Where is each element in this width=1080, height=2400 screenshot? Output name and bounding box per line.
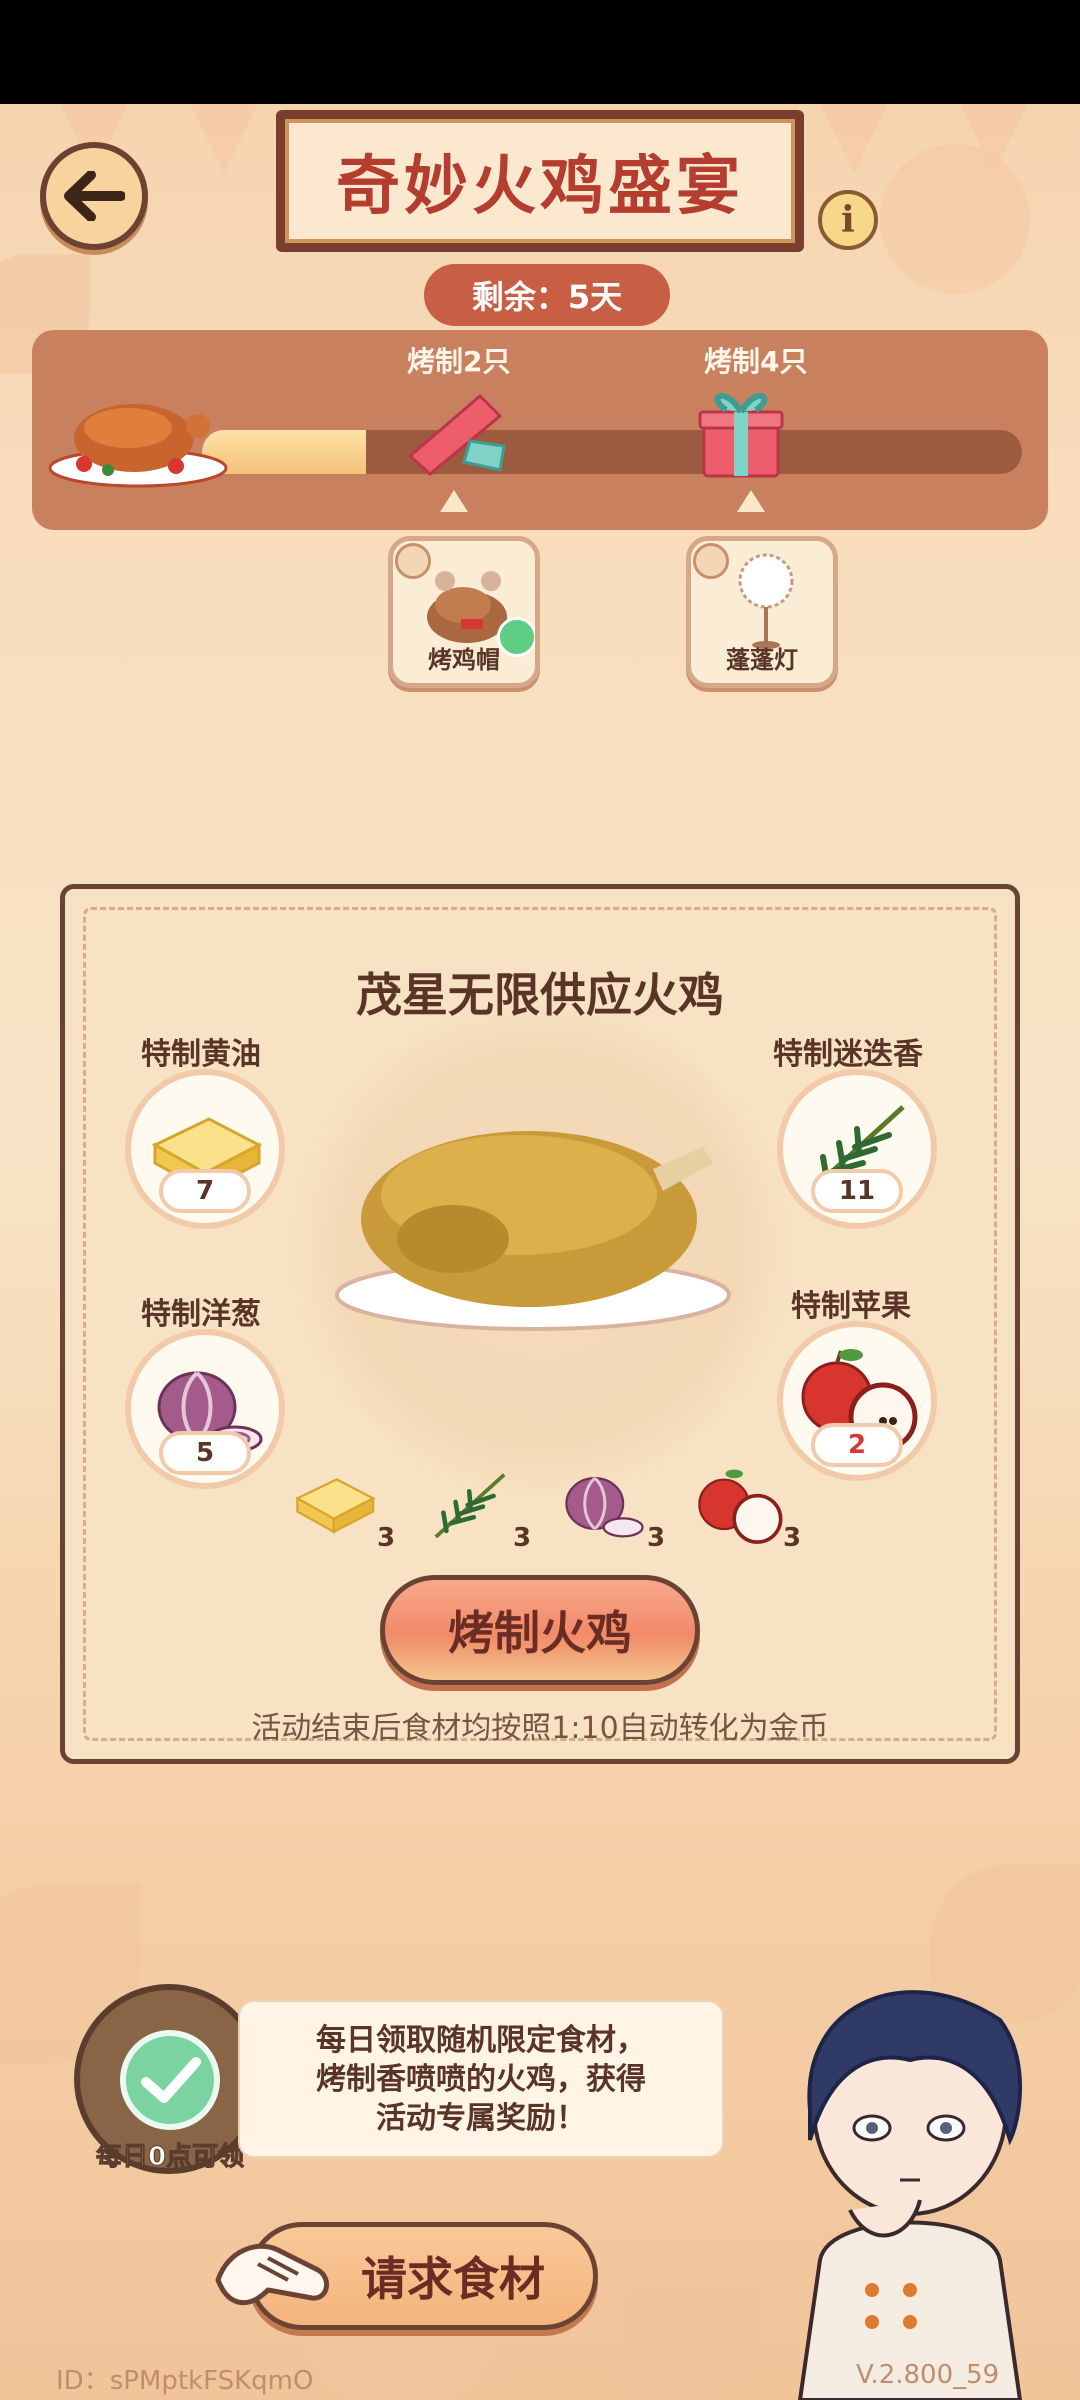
milestone-label: 烤制2只: [407, 345, 511, 378]
ingredient-name: 特制黄油: [141, 1037, 261, 1072]
request-button-label: 请求食材: [361, 2252, 545, 2306]
roast-panel: 茂星无限供应火鸡 特制黄油 7 特制迷迭香 11 特制洋葱 5 特制苹果 2 3…: [60, 884, 1020, 1764]
milestone-label: 烤制4只: [704, 345, 808, 378]
character-avatar: [797, 1990, 1023, 2400]
cost-amount: 3: [377, 1523, 396, 1553]
ribbon-gift-icon: [407, 393, 506, 476]
ingredient-name: 特制迷迭香: [773, 1037, 923, 1072]
ingredient-count: 7: [159, 1169, 251, 1213]
arrow-left-icon: [64, 171, 125, 221]
ingredient-name: 特制洋葱: [141, 1297, 261, 1332]
milestone-marker: [440, 490, 468, 512]
reward-name: 烤鸡帽: [428, 646, 500, 674]
reward-card-lamp[interactable]: 蓬蓬灯: [686, 536, 838, 688]
milestone-marker: [737, 490, 765, 512]
check-icon: [120, 2030, 220, 2130]
turkey-icon: [335, 1131, 731, 1331]
pennant-decoration: [190, 104, 258, 174]
title-plaque: 奇妙火鸡盛宴: [276, 110, 804, 252]
pompom-lamp-icon: [738, 553, 794, 649]
ingredient-count: 11: [811, 1169, 903, 1213]
roast-turkey-icon: [48, 404, 228, 488]
butter-icon: [295, 1478, 376, 1534]
gift-box-icon: [698, 392, 784, 478]
hint-line: 活动专属奖励！: [376, 2100, 586, 2136]
rosemary-icon: [434, 1473, 506, 1539]
progress-track: [202, 430, 1022, 474]
info-button[interactable]: i: [818, 190, 878, 250]
event-title: 奇妙火鸡盛宴: [285, 119, 795, 243]
cost-amount: 3: [783, 1523, 802, 1553]
apple-icon: [698, 1469, 783, 1544]
panel-title: 茂星无限供应火鸡: [356, 968, 724, 1022]
progress-panel: 烤制2只 烤制4只: [32, 330, 1048, 530]
info-icon: i: [841, 199, 855, 241]
leaf-decoration: [620, 2254, 760, 2394]
user-id: ID：sPMptkFSKqmO: [56, 2366, 314, 2396]
reward-card-hat[interactable]: 烤鸡帽: [388, 536, 540, 688]
version-label: V.2.800_59: [856, 2360, 1000, 2390]
ingredient-count: 2: [811, 1423, 903, 1467]
apple-decoration: [880, 144, 1030, 294]
daily-claim-label: 每日0点可领: [95, 2142, 245, 2173]
reward-name: 蓬蓬灯: [726, 646, 798, 674]
status-bar: [0, 0, 1080, 104]
back-button[interactable]: [40, 142, 148, 250]
onion-icon: [565, 1477, 644, 1538]
remaining-days-badge: 剩余：5天: [424, 264, 670, 326]
conversion-note: 活动结束后食材均按照1:10自动转化为金币: [251, 1711, 829, 1746]
hint-speech-bubble: 每日领取随机限定食材， 烤制香喷喷的火鸡，获得 活动专属奖励！: [238, 2000, 724, 2158]
pennant-decoration: [820, 104, 888, 174]
ingredient-name: 特制苹果: [791, 1289, 911, 1324]
hint-line: 烤制香喷喷的火鸡，获得: [316, 2061, 646, 2097]
cost-amount: 3: [647, 1523, 666, 1553]
cost-amount: 3: [513, 1523, 532, 1553]
hint-line: 每日领取随机限定食材，: [316, 2022, 646, 2058]
roast-turkey-button[interactable]: 烤制火鸡: [380, 1575, 700, 1685]
handshake-icon: [215, 2243, 329, 2306]
ingredient-count: 5: [159, 1431, 251, 1475]
